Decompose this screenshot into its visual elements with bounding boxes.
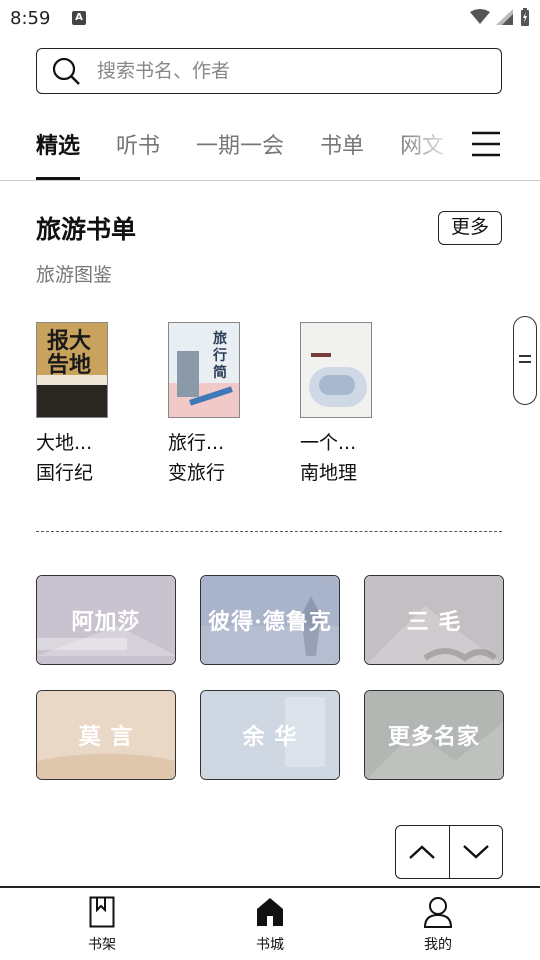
person-icon (423, 897, 453, 928)
notification-icon: A (72, 11, 86, 25)
author-card-sanmao[interactable]: 三 毛 (364, 575, 504, 665)
bottom-nav-divider (0, 886, 540, 888)
section-subtitle: 旅游图鉴 (36, 264, 113, 286)
book-title-line1: 大地... (36, 432, 93, 454)
tabs-fade (398, 120, 470, 166)
nav-profile[interactable]: 我的 (398, 896, 478, 954)
author-card-moyan[interactable]: 莫 言 (36, 690, 176, 780)
section-title: 旅游书单 (36, 215, 137, 244)
author-card-drucker[interactable]: 彼得·德鲁克 (200, 575, 340, 665)
book-cover[interactable]: 旅行简 (168, 322, 240, 418)
search-input[interactable] (95, 59, 459, 83)
author-name: 余 华 (242, 724, 298, 750)
more-button[interactable]: 更多 (438, 211, 502, 245)
tab-ichigo-ichie[interactable]: 一期一会 (196, 128, 284, 160)
book-cover[interactable]: 报大 告地 (36, 322, 108, 418)
menu-icon[interactable] (472, 131, 500, 157)
nav-label: 我的 (424, 937, 452, 953)
wifi-icon (470, 9, 490, 24)
scroll-up-button[interactable] (396, 826, 450, 878)
home-icon (257, 898, 283, 926)
signal-icon (496, 9, 513, 25)
book-title-line2: 变旅行 (168, 462, 226, 484)
side-drawer-handle[interactable] (513, 316, 537, 405)
author-name: 阿加莎 (71, 609, 141, 635)
author-name: 更多名家 (387, 724, 480, 750)
tab-featured[interactable]: 精选 (36, 128, 81, 180)
search-icon (52, 57, 80, 85)
book-item[interactable]: 报大 告地 大地... 国行纪 (36, 322, 136, 488)
author-card-agatha[interactable]: 阿加莎 (36, 575, 176, 665)
chevron-up-icon (409, 845, 436, 859)
bookshelf-icon (89, 896, 115, 928)
nav-label: 书城 (256, 937, 284, 953)
author-name: 莫 言 (78, 724, 134, 750)
nav-bookshelf[interactable]: 书架 (62, 896, 142, 954)
nav-bookstore[interactable]: 书城 (230, 896, 310, 954)
tab-audiobooks[interactable]: 听书 (116, 128, 160, 160)
book-title-line1: 旅行... (168, 432, 225, 454)
battery-icon (521, 8, 529, 26)
author-card-more[interactable]: 更多名家 (364, 690, 504, 780)
status-time: 8:59 (10, 8, 51, 29)
book-cover[interactable] (300, 322, 372, 418)
chevron-down-icon (462, 845, 489, 859)
nav-label: 书架 (88, 937, 116, 953)
book-item[interactable]: 一个... 南地理 (300, 322, 400, 488)
search-bar[interactable] (36, 48, 502, 94)
book-title-line2: 国行纪 (36, 462, 94, 484)
scroll-down-button[interactable] (450, 826, 503, 878)
status-icons (470, 8, 530, 26)
book-item[interactable]: 旅行简 旅行... 变旅行 (168, 322, 268, 488)
author-name: 三 毛 (406, 609, 462, 635)
tab-booklists[interactable]: 书单 (320, 128, 364, 160)
section-divider (36, 531, 502, 532)
author-card-yuhua[interactable]: 余 华 (200, 690, 340, 780)
author-name: 彼得·德鲁克 (208, 609, 332, 635)
page-scroll-controls (395, 825, 503, 879)
tab-divider (0, 180, 540, 181)
book-title-line2: 南地理 (300, 462, 358, 484)
book-title-line1: 一个... (300, 432, 357, 454)
